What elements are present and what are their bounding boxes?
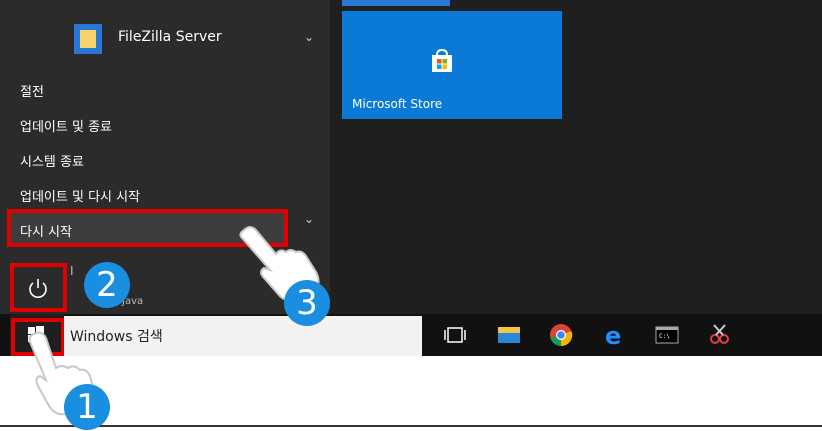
partially-hidden-app-label: I [70,264,74,278]
app-item-filezilla-server[interactable]: FileZilla Server [0,14,330,58]
power-item-label: 절전 [20,85,44,100]
power-item-shutdown[interactable]: 시스템 종료 [7,142,285,175]
task-view-icon[interactable] [442,322,468,348]
svg-text:e: e [605,322,621,348]
bottom-divider [0,425,822,427]
chrome-icon[interactable] [548,322,574,348]
tile-partial[interactable] [342,0,450,6]
power-item-sleep[interactable]: 절전 [7,72,285,105]
power-item-label: 시스템 종료 [20,155,84,170]
step-badge-1: 1 [64,384,110,430]
folder-icon [74,24,102,54]
svg-text:C:\: C:\ [659,333,670,340]
search-box[interactable]: Windows 검색 [64,316,422,356]
step-badge-3: 3 [284,280,330,326]
power-item-label: 업데이트 및 종료 [20,120,112,135]
tile-label: Microsoft Store [352,97,443,111]
highlight-box-power [10,263,67,312]
tile-microsoft-store[interactable]: Microsoft Store [342,11,562,119]
power-item-label: 업데이트 및 다시 시작 [20,190,141,205]
app-label: FileZilla Server [118,29,222,45]
snipping-tool-icon[interactable] [706,322,732,348]
store-bag-icon [432,49,452,72]
file-explorer-icon[interactable] [496,322,522,348]
command-prompt-icon[interactable]: C:\ [654,322,680,348]
power-item-update-and-restart[interactable]: 업데이트 및 다시 시작 [7,177,285,210]
chevron-down-icon[interactable]: ⌄ [304,30,314,44]
power-item-update-and-shutdown[interactable]: 업데이트 및 종료 [7,107,285,140]
step-badge-2: 2 [84,262,130,308]
internet-explorer-icon[interactable]: e [602,322,628,348]
